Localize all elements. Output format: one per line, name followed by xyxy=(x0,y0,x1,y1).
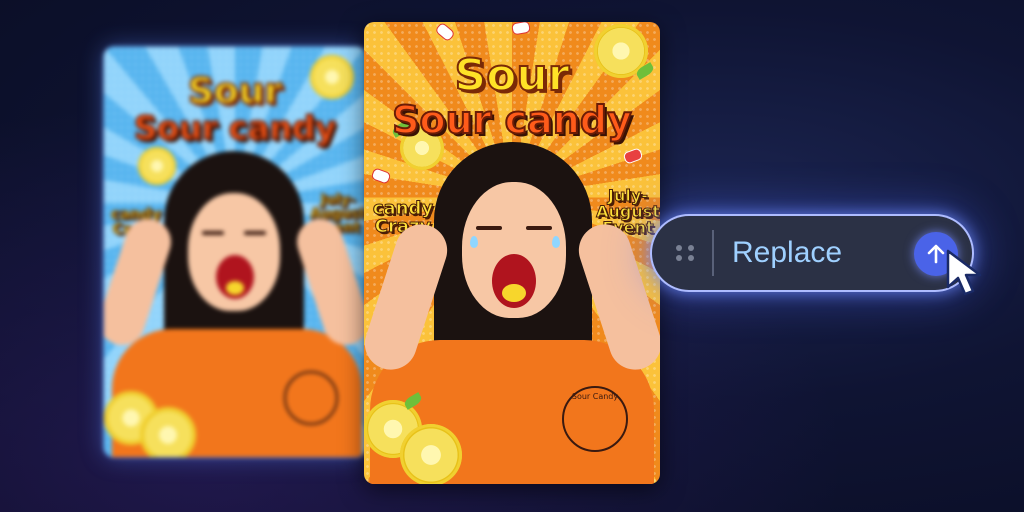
character-mouth xyxy=(216,255,254,299)
divider xyxy=(712,230,714,276)
replace-label[interactable]: Replace xyxy=(732,233,842,273)
poster-title-line2: Sour candy xyxy=(133,108,337,148)
drag-dot xyxy=(676,255,682,261)
lemon-icon xyxy=(400,424,462,484)
drag-dot xyxy=(676,245,682,251)
candy-ball xyxy=(502,284,526,302)
character-mouth xyxy=(492,254,536,308)
poster-title-line2: Sour candy xyxy=(391,97,633,143)
lemon-icon xyxy=(140,407,196,457)
back-poster[interactable]: Sour Sour candy candy Crazy July- August… xyxy=(104,47,366,457)
stamp-text: Sour Candy xyxy=(571,392,619,401)
poster-title-line1: Sour xyxy=(454,49,571,102)
mouse-cursor-icon xyxy=(946,249,982,296)
drag-handle-icon[interactable] xyxy=(676,240,694,266)
character-eye xyxy=(526,226,552,230)
candy-ball xyxy=(226,281,244,295)
poster-title-line1: Sour xyxy=(187,70,283,113)
front-poster[interactable]: Sour Sour candy candy Crazy July- August… xyxy=(364,22,660,484)
sour-candy-stamp: Sour Candy xyxy=(562,386,628,452)
lemon-icon xyxy=(138,147,176,185)
character-eye xyxy=(476,226,502,230)
sour-candy-stamp xyxy=(284,371,338,425)
drag-dot xyxy=(688,255,694,261)
drag-dot xyxy=(688,245,694,251)
tear-icon xyxy=(470,236,478,248)
replace-input-bar[interactable]: Replace xyxy=(652,216,972,290)
tear-icon xyxy=(552,236,560,248)
character-eye xyxy=(244,231,266,235)
character-eye xyxy=(202,231,224,235)
